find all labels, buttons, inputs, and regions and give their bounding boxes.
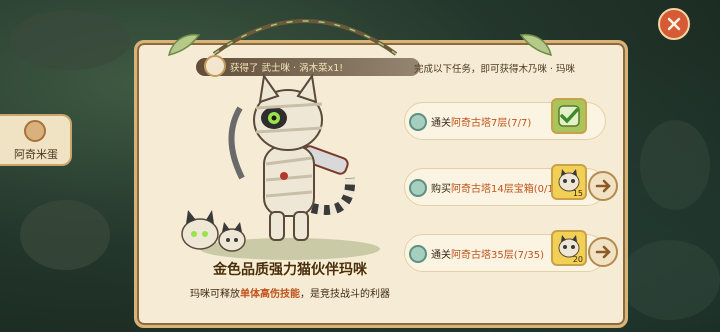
side-tab-label: 阿奇米蛋 — [14, 148, 58, 161]
go-button[interactable] — [588, 237, 618, 267]
reward-item[interactable]: 20 — [551, 230, 587, 266]
leaf-ornament-icon — [519, 33, 553, 57]
task-icon — [409, 245, 427, 263]
vine-arch-icon — [212, 19, 398, 56]
reward-count: 15 — [572, 189, 583, 198]
rock — [620, 240, 720, 320]
task-row-2: 购买阿奇古塔14层宝箱(0/1) 15 — [404, 164, 618, 206]
close-button[interactable] — [658, 8, 690, 40]
egg-emblem-icon — [24, 120, 46, 142]
arrow-right-icon — [595, 245, 611, 259]
check-icon — [558, 105, 580, 127]
rock — [640, 120, 710, 210]
hero-title: 金色品质强力猫伙伴玛咪 — [213, 262, 367, 278]
task-label: 购买阿奇古塔14层宝箱(0/1) — [431, 184, 558, 195]
go-button[interactable] — [588, 171, 618, 201]
mini-mummy-icon — [181, 210, 246, 252]
side-tab-aqimi-egg[interactable]: 阿奇米蛋 — [0, 114, 72, 166]
task-icon — [409, 113, 427, 131]
task-label: 通关阿奇古塔7层(7/7) — [431, 118, 532, 129]
leaf-ornament-icon — [167, 33, 201, 57]
task-row-3: 通关阿奇古塔35层(7/35) 20 — [404, 230, 618, 272]
highlight-skill: 单体高伤技能 — [240, 289, 300, 300]
hero-description: 玛咪可释放单体高伤技能，是竞技战斗的利器 — [190, 289, 390, 300]
rock — [10, 10, 130, 70]
close-icon — [667, 17, 681, 31]
arrow-right-icon — [595, 179, 611, 193]
task-row-1: 通关阿奇古塔7层(7/7) — [404, 98, 606, 140]
task-label: 通关阿奇古塔35层(7/35) — [431, 250, 544, 261]
reward-item[interactable]: 15 — [551, 164, 587, 200]
task-icon — [409, 179, 427, 197]
rock — [20, 200, 110, 270]
reward-claimed — [551, 98, 587, 134]
task-header: 完成以下任务，即可获得木乃咪 · 玛咪 — [414, 64, 576, 75]
reward-count: 20 — [572, 255, 583, 264]
